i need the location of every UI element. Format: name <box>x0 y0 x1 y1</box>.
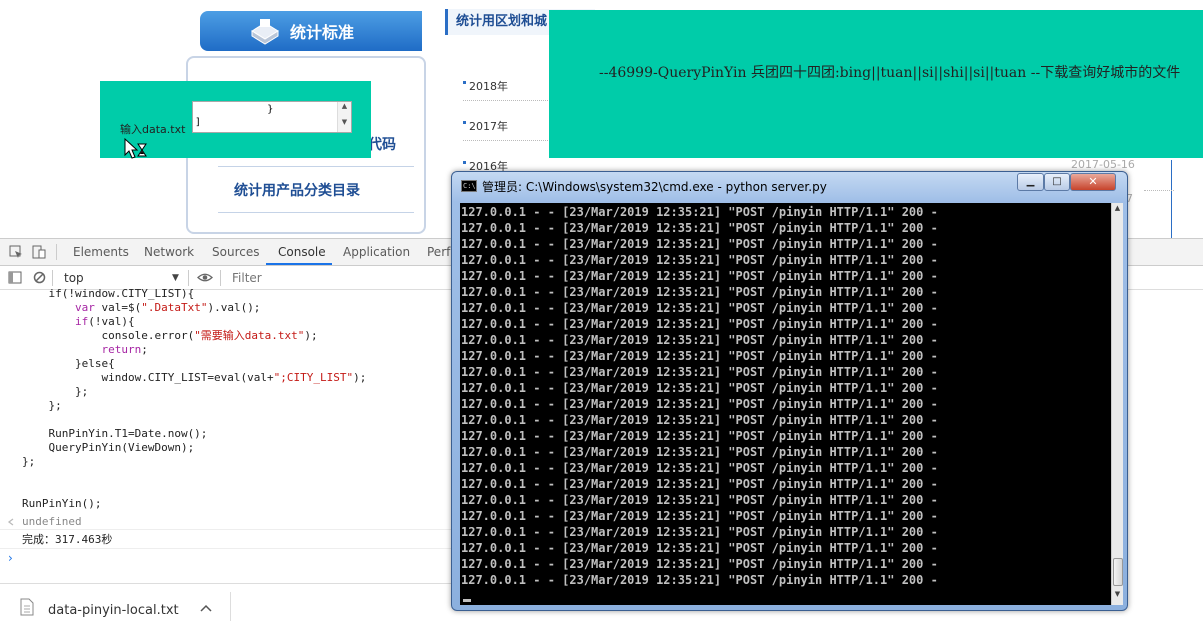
bullet-icon <box>463 81 466 84</box>
scroll-up-arrow-icon[interactable]: ▲ <box>1112 204 1123 218</box>
data-input-overlay: 输入data.txt } ] ▲ ▼ <box>100 81 371 159</box>
maximize-button[interactable]: □ <box>1044 173 1070 191</box>
banner-title: 统计标准 <box>290 23 355 42</box>
divider <box>220 270 221 286</box>
device-toolbar-icon[interactable] <box>32 245 46 259</box>
log-line: 127.0.0.1 - - [23/Mar/2019 12:35:21] "PO… <box>461 301 938 315</box>
context-select[interactable]: top ▼ <box>58 269 184 287</box>
divider <box>230 592 231 621</box>
log-line: 127.0.0.1 - - [23/Mar/2019 12:35:21] "PO… <box>461 493 938 507</box>
tab-console[interactable]: Console <box>278 245 326 259</box>
year-link-2018[interactable]: 2018年 <box>463 78 548 101</box>
divider <box>56 244 57 260</box>
inspect-element-icon[interactable] <box>9 245 23 259</box>
sidebar-toggle-icon[interactable] <box>8 271 22 284</box>
download-bar: data-pinyin-local.txt <box>0 583 452 621</box>
busy-cursor-icon <box>124 138 147 159</box>
log-line: 127.0.0.1 - - [23/Mar/2019 12:35:21] "PO… <box>461 317 938 331</box>
log-line: 127.0.0.1 - - [23/Mar/2019 12:35:21] "PO… <box>461 349 938 363</box>
divider <box>52 270 53 286</box>
divider <box>1144 190 1174 191</box>
log-line: 127.0.0.1 - - [23/Mar/2019 12:35:21] "PO… <box>461 397 938 411</box>
divider <box>1171 160 1172 238</box>
scroll-down-arrow-icon[interactable]: ▼ <box>1112 590 1123 604</box>
cmd-console-output[interactable]: 127.0.0.1 - - [23/Mar/2019 12:35:21] "PO… <box>460 203 1111 605</box>
chevron-up-icon[interactable] <box>200 604 212 612</box>
log-line: 127.0.0.1 - - [23/Mar/2019 12:35:21] "PO… <box>461 237 938 251</box>
active-tab-indicator <box>266 263 332 265</box>
log-line: 127.0.0.1 - - [23/Mar/2019 12:35:21] "PO… <box>461 477 938 491</box>
divider <box>218 166 414 167</box>
side-link-product-catalog[interactable]: 统计用产品分类目录 <box>234 180 360 200</box>
site-banner[interactable]: 统计标准 <box>200 11 422 51</box>
console-filter-input[interactable] <box>226 269 446 287</box>
data-txt-textarea[interactable]: } ] <box>192 101 352 133</box>
tab-sources[interactable]: Sources <box>212 245 259 259</box>
log-line: 127.0.0.1 - - [23/Mar/2019 12:35:21] "PO… <box>461 445 938 459</box>
side-link-code[interactable]: 代码 <box>368 134 396 154</box>
close-button[interactable]: ✕ <box>1070 173 1116 191</box>
bullet-icon <box>463 121 466 124</box>
bullet-icon <box>463 161 466 164</box>
log-line: 127.0.0.1 - - [23/Mar/2019 12:35:21] "PO… <box>461 461 938 475</box>
textarea-scrollbar[interactable]: ▲ ▼ <box>337 102 351 132</box>
scrollbar-thumb[interactable] <box>1113 558 1123 586</box>
download-file-name[interactable]: data-pinyin-local.txt <box>48 603 179 618</box>
log-line: 127.0.0.1 - - [23/Mar/2019 12:35:21] "PO… <box>461 253 938 267</box>
file-icon <box>20 598 34 616</box>
printer-logo-icon <box>251 19 279 45</box>
context-select-value: top <box>64 271 84 285</box>
log-line: 127.0.0.1 - - [23/Mar/2019 12:35:21] "PO… <box>461 269 938 283</box>
log-line: 127.0.0.1 - - [23/Mar/2019 12:35:21] "PO… <box>461 365 938 379</box>
console-log-row: 完成：317.463秒 <box>0 531 452 549</box>
log-line: 127.0.0.1 - - [23/Mar/2019 12:35:21] "PO… <box>461 333 938 347</box>
year-label: 2018年 <box>469 80 508 93</box>
cmd-app-icon: C:\ <box>461 180 477 192</box>
log-line: 127.0.0.1 - - [23/Mar/2019 12:35:21] "PO… <box>461 573 938 587</box>
tab-network[interactable]: Network <box>144 245 194 259</box>
console-result-row: undefined <box>0 513 452 530</box>
log-line: 127.0.0.1 - - [23/Mar/2019 12:35:21] "PO… <box>461 205 938 219</box>
divider <box>218 212 414 213</box>
log-line: 127.0.0.1 - - [23/Mar/2019 12:35:21] "PO… <box>461 557 938 571</box>
log-line: 127.0.0.1 - - [23/Mar/2019 12:35:21] "PO… <box>461 509 938 523</box>
log-line: 127.0.0.1 - - [23/Mar/2019 12:35:21] "PO… <box>461 429 938 443</box>
publish-date: 2017-05-16 <box>1071 158 1135 171</box>
tab-application[interactable]: Application <box>343 245 410 259</box>
data-input-label: 输入data.txt <box>120 123 186 136</box>
divider <box>188 270 189 286</box>
tab-elements[interactable]: Elements <box>73 245 129 259</box>
log-line: 127.0.0.1 - - [23/Mar/2019 12:35:21] "PO… <box>461 381 938 395</box>
year-link-2017[interactable]: 2017年 <box>463 118 548 141</box>
log-line: 127.0.0.1 - - [23/Mar/2019 12:35:21] "PO… <box>461 285 938 299</box>
cmd-window-title: 管理员: C:\Windows\system32\cmd.exe - pytho… <box>482 180 827 194</box>
console-prompt-icon[interactable]: › <box>8 551 13 565</box>
server-log: 127.0.0.1 - - [23/Mar/2019 12:35:21] "PO… <box>461 204 938 588</box>
log-line: 127.0.0.1 - - [23/Mar/2019 12:35:21] "PO… <box>461 413 938 427</box>
minimize-button[interactable]: ▁ <box>1017 173 1044 191</box>
log-line: 127.0.0.1 - - [23/Mar/2019 12:35:21] "PO… <box>461 541 938 555</box>
clear-console-icon[interactable] <box>33 271 46 284</box>
year-label: 2017年 <box>469 120 508 133</box>
dropdown-arrow-icon: ▼ <box>172 273 179 283</box>
query-message-overlay: --46999-QueryPinYin 兵团四十四团:bing||tuan||s… <box>549 10 1203 158</box>
log-line: 127.0.0.1 - - [23/Mar/2019 12:35:21] "PO… <box>461 221 938 235</box>
query-message-text: --46999-QueryPinYin 兵团四十四团:bing||tuan||s… <box>599 65 1181 81</box>
text-cursor <box>463 599 471 602</box>
cmd-window[interactable]: C:\ 管理员: C:\Windows\system32\cmd.exe - p… <box>451 171 1128 611</box>
cmd-scrollbar[interactable]: ▲ ▼ <box>1111 203 1123 605</box>
log-line: 127.0.0.1 - - [23/Mar/2019 12:35:21] "PO… <box>461 525 938 539</box>
live-expression-eye-icon[interactable] <box>197 272 213 283</box>
console-code-block: if(!window.CITY_LIST){ var val=$(".DataT… <box>22 287 367 510</box>
